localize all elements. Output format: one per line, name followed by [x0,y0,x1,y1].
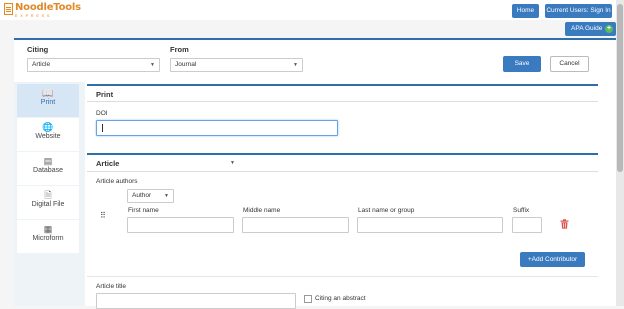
sidebar-item-label: Database [33,167,63,174]
chevron-down-icon: ▼ [293,62,298,68]
print-section: Print [87,84,598,149]
contributor-role-value: Author [132,192,152,199]
chevron-down-icon: ▼ [164,193,169,199]
sidebar-item-database[interactable]: ▤ Database [17,152,79,185]
noodletools-logo[interactable]: NoodleTools EXPRESS [4,3,81,18]
abstract-checkbox-label: Citing an abstract [315,295,366,302]
doi-input[interactable] [96,120,338,136]
logo-subtitle: EXPRESS [15,13,53,18]
from-label: From [170,45,189,54]
middle-name-input[interactable] [242,217,349,233]
chevron-down-icon: ▼ [150,62,155,68]
trash-icon[interactable] [560,219,569,229]
article-title-label: Article title [96,283,126,290]
article-authors-label: Article authors [96,178,138,185]
sidebar-item-website[interactable]: 🌐 Website [17,118,79,151]
chevron-down-icon: ▼ [230,160,235,166]
article-type-value: Article [96,159,120,168]
drag-handle-icon[interactable]: ⠿ [100,212,107,220]
file-icon: 🗎 [44,190,52,200]
doi-label: DOI [96,110,108,117]
sidebar-item-label: Digital File [31,201,65,208]
sidebar-item-print[interactable]: 📖 Print [17,84,79,117]
middle-name-label: Middle name [243,207,281,214]
article-title-input[interactable] [96,293,296,309]
abstract-checkbox[interactable] [304,295,312,303]
plus-circle-icon: + [605,25,613,33]
text-cursor [102,124,103,132]
divider [87,276,598,277]
sidebar-item-label: Print [40,99,56,106]
last-name-label: Last name or group [358,207,415,214]
citing-label: Citing [27,45,49,54]
logo-document-icon [4,3,13,15]
scrollbar-thumb[interactable] [617,4,623,172]
suffix-input[interactable] [512,217,542,233]
save-button[interactable]: Save [503,56,541,72]
sidebar-item-microform[interactable]: ▦ Microform [17,220,79,253]
suffix-label: Suffix [513,207,530,214]
article-type-select[interactable]: Article ▼ [87,155,235,171]
divider [87,171,598,172]
add-contributor-button[interactable]: +Add Contributor [520,252,585,267]
from-select[interactable]: Journal ▼ [170,58,303,72]
book-icon: 📖 [42,88,54,98]
microform-icon: ▦ [43,224,53,234]
citing-select-value: Article [32,61,51,68]
last-name-input[interactable] [357,217,503,233]
globe-icon: 🌐 [42,122,54,132]
cancel-button[interactable]: Cancel [550,56,589,72]
sidebar-item-label: Microform [32,235,64,242]
apa-guide-label: APA Guide [571,25,603,32]
logo-title: NoodleTools [15,2,81,13]
apa-guide-button[interactable]: APA Guide + [565,22,616,36]
sidebar-item-digital-file[interactable]: 🗎 Digital File [17,186,79,219]
top-bar: NoodleTools EXPRESS Home Current Users: … [0,0,616,20]
source-type-nav: 📖 Print 🌐 Website ▤ Database 🗎 Digital F… [17,84,79,254]
database-icon: ▤ [43,156,53,166]
first-name-label: First name [128,207,159,214]
contributor-role-select[interactable]: Author ▼ [127,189,174,203]
citing-select[interactable]: Article ▼ [27,58,160,72]
print-section-title: Print [87,86,598,102]
sidebar-item-label: Website [35,133,61,140]
home-button[interactable]: Home [512,4,539,18]
from-select-value: Journal [175,61,197,68]
sign-in-button[interactable]: Current Users: Sign In [545,4,612,18]
first-name-input[interactable] [127,217,234,233]
